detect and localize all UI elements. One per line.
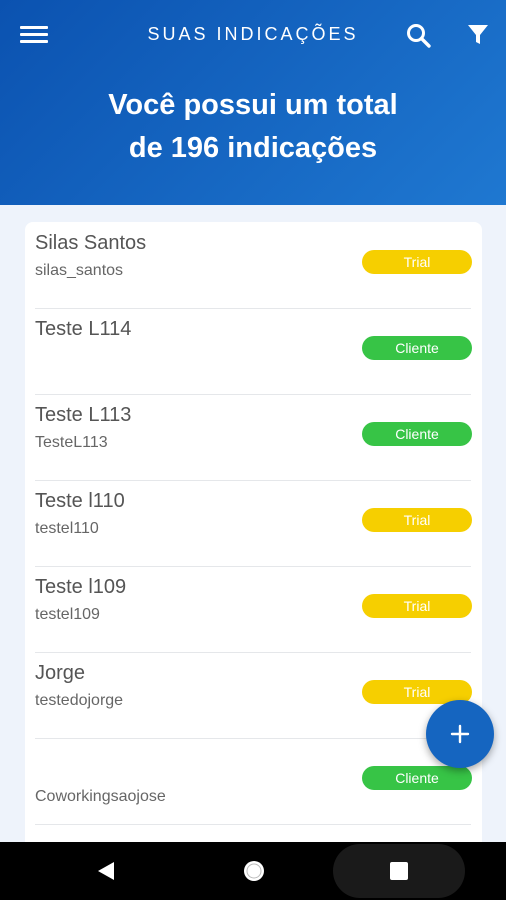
referral-username: testel110	[35, 520, 99, 537]
referrals-list: Silas Santos silas_santos Trial Teste L1…	[25, 222, 482, 862]
referral-username: testedojorge	[35, 692, 124, 709]
list-item[interactable]: Teste L114 Cliente	[35, 308, 472, 395]
recents-icon[interactable]	[390, 862, 408, 880]
search-icon[interactable]	[404, 21, 434, 51]
referral-name: Jorge	[35, 662, 86, 684]
referral-username: testel109	[35, 606, 100, 623]
status-badge: Trial	[362, 594, 472, 618]
summary-line-1: Você possui um total	[108, 89, 398, 121]
referral-name: Silas Santos	[35, 232, 147, 254]
app-header: SUAS INDICAÇÕES Você possui um total de …	[0, 0, 506, 205]
back-icon[interactable]	[95, 860, 117, 882]
list-item[interactable]: Teste l110 testel110 Trial	[35, 480, 472, 567]
home-icon[interactable]	[241, 858, 267, 884]
referrals-summary: Você possui um total de 196 indicações	[0, 84, 506, 170]
status-badge: Cliente	[362, 766, 472, 790]
list-item[interactable]: Silas Santos silas_santos Trial	[35, 222, 472, 309]
referral-username: TesteL113	[35, 434, 108, 451]
referral-username: silas_santos	[35, 262, 124, 279]
add-referral-button[interactable]	[426, 700, 494, 768]
list-item[interactable]: Coworkingsaojose Cliente	[35, 738, 472, 825]
list-item[interactable]: Teste l109 testel109 Trial	[35, 566, 472, 653]
list-item[interactable]: Teste L113 TesteL113 Cliente	[35, 394, 472, 481]
referral-name: Teste l109	[35, 576, 127, 598]
list-item[interactable]: Jorge testedojorge Trial	[35, 652, 472, 739]
referral-username: Coworkingsaojose	[35, 788, 166, 805]
summary-line-2: de 196 indicações	[128, 132, 378, 164]
system-nav-bar	[0, 842, 506, 900]
filter-icon[interactable]	[465, 22, 491, 48]
referral-name: Teste l110	[35, 490, 125, 512]
status-badge: Cliente	[362, 336, 472, 360]
status-badge: Trial	[362, 250, 472, 274]
plus-icon	[450, 724, 470, 744]
referral-name: Teste L113	[35, 404, 132, 426]
status-badge: Trial	[362, 508, 472, 532]
status-badge: Cliente	[362, 422, 472, 446]
referral-name: Teste L114	[35, 318, 132, 340]
